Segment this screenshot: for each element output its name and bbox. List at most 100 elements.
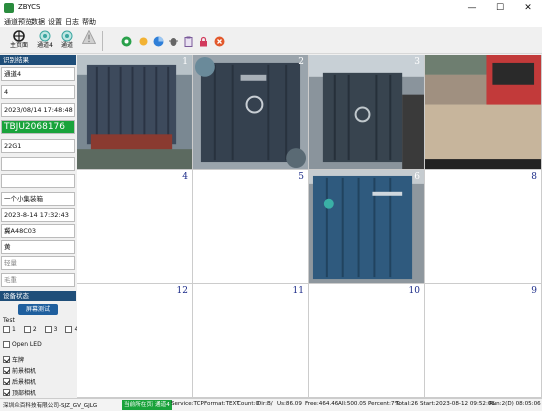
camera-number-1: 1 [182,57,188,67]
pie-chart-icon[interactable] [153,36,164,47]
toolbar: 主页面 通道4 通道 [0,27,542,54]
sun-icon[interactable] [138,36,149,47]
lane-field[interactable]: 4 [1,85,75,99]
camera-number-9: 9 [531,286,537,296]
camera-cell-8[interactable]: 8 [425,170,542,284]
front-camera-label: 前景相机 [12,368,37,375]
bug-icon[interactable] [168,36,179,47]
rear-camera-checkbox[interactable] [3,378,10,385]
extra-field-2[interactable] [1,174,75,188]
tare-weight-field[interactable]: 轻量 [1,256,75,270]
format-info: Format:TEXT [204,401,240,407]
settings-gear-icon[interactable] [121,36,132,47]
plate-label: 车牌 [12,357,25,364]
service-info: Service:TCP [171,401,204,407]
open-led-checkbox[interactable] [3,341,10,348]
warning-icon [82,30,96,44]
camera-grid: 1 2 3 4 5 6 8 12 11 10 9 [77,55,542,398]
device-status-header: 设备状态 [0,291,76,301]
option-top-camera-row: 顶部相机 [3,388,36,397]
camera-image-3 [309,55,424,169]
camera-cell-3[interactable]: 3 [309,55,425,170]
open-led-row: Open LED [3,341,42,348]
current-channel: 通道4 [153,400,172,410]
camera-cell-2[interactable]: 2 [193,55,309,170]
plate-checkbox[interactable] [3,356,10,363]
close-circle-icon[interactable] [214,36,225,47]
camera-cell-5[interactable]: 5 [193,170,309,284]
camera-image-top [425,55,541,170]
camera-image-1 [77,55,192,169]
gross-weight-field[interactable]: 毛重 [1,273,75,287]
test-check-3[interactable] [44,326,52,333]
camera-cell-6[interactable]: 6 [309,170,425,284]
channel-icon [61,30,73,42]
clipboard-icon[interactable] [183,36,194,47]
option-front-camera-row: 前景相机 [3,366,36,375]
minimize-button[interactable]: — [458,0,486,16]
top-camera-checkbox[interactable] [3,389,10,396]
left-panel: 识别结果 通道4 4 2023/08/14 17:48:48 TBJU20681… [0,55,78,398]
run-info: Run:2(D) 08:05:06 [489,401,541,407]
test-check-4[interactable] [65,326,73,333]
camera-number-6: 6 [414,172,420,182]
rear-camera-label: 后景相机 [12,379,37,386]
camera-cell-12[interactable]: 12 [77,284,193,398]
option-rear-camera-row: 后景相机 [3,377,36,386]
open-led-label: Open LED [12,341,42,348]
extra-field-1[interactable] [1,157,75,171]
close-button[interactable]: ✕ [514,0,542,16]
test-label-text: Test [3,317,15,324]
test-check-1-label: 1 [12,326,16,333]
camera-cell-1[interactable]: 1 [77,55,193,170]
container-number-field[interactable]: TBJU2068176 [1,120,75,134]
camera-number-2: 2 [298,57,304,67]
title-bar: ZBYCS — ☐ ✕ [0,0,542,16]
lock-icon[interactable] [198,36,209,47]
us-info: Us:86.09 [277,401,302,407]
plate-color-field[interactable]: 黄 [1,240,75,254]
test-check-3-label: 3 [53,326,58,333]
home-button[interactable]: 主页面 [8,29,30,53]
menu-settings[interactable]: 设置 [48,17,62,27]
menu-data[interactable]: 数据 [31,17,45,27]
capture-time-field[interactable]: 2023-8-14 17:32:43 [1,208,75,222]
status-bar: 深圳众百科技有限公司-SJZ_GV_GJLG 当前所在页面 通道4 Servic… [0,398,542,411]
iso-code-field[interactable]: 22G1 [1,139,75,153]
camera-image-6 [309,170,424,284]
count-info: Count:0 [237,401,260,407]
channel-button[interactable]: 通道 [56,29,78,53]
top-camera-label: 顶部相机 [12,390,37,397]
maximize-button[interactable]: ☐ [486,0,514,16]
test-checkboxes: 1 2 3 4 [3,326,78,333]
app-icon [4,3,14,13]
menu-log[interactable]: 日志 [65,17,79,27]
menu-help[interactable]: 帮助 [82,17,96,27]
app-window: ZBYCS — ☐ ✕ 通道预览 数据 设置 日志 帮助 主页面 通道4 通道 … [0,0,542,411]
warning-button[interactable] [78,29,100,53]
channel-icon [39,30,51,42]
test-check-1[interactable] [3,326,10,333]
camera-cell-10[interactable]: 10 [309,284,425,398]
camera-cell-4[interactable]: 4 [77,170,193,284]
start-info: Start:2023-08-12 09:52:06 [420,401,495,407]
test-check-2[interactable] [23,326,31,333]
total-info: Total:26 [396,401,419,407]
license-plate-field[interactable]: 冀A48C03 [1,224,75,238]
channel-field[interactable]: 通道4 [1,67,75,81]
camera-cell-9[interactable]: 9 [425,284,542,398]
menu-preview[interactable]: 通道预览 [4,17,32,27]
screen-test-button[interactable]: 屏幕测试 [18,304,58,315]
test-label: Test [3,317,15,324]
time-field[interactable]: 2023/08/14 17:48:48 [1,103,75,117]
window-title: ZBYCS [18,3,41,11]
front-camera-checkbox[interactable] [3,367,10,374]
camera-cell-11[interactable]: 11 [193,284,309,398]
container-type-field[interactable]: 一个小集装箱 [1,192,75,206]
camera-image-2 [193,55,308,169]
camera-number-5: 5 [298,172,304,182]
recognition-header: 识别结果 [0,55,76,65]
camera-cell-top[interactable] [425,55,542,170]
free-info: Free:464.46 [305,401,339,407]
all-info: All:500.05 [338,401,367,407]
